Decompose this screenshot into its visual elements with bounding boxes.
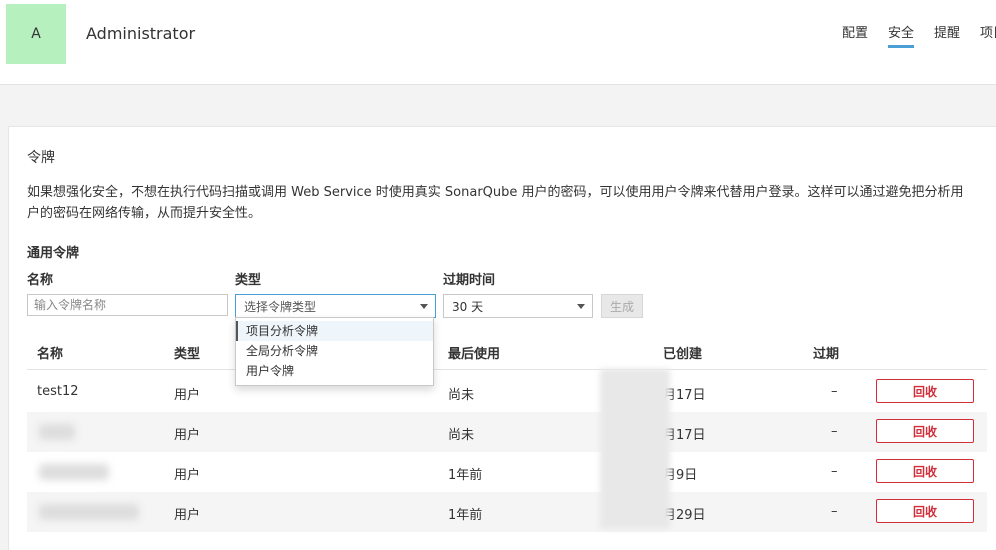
option-project-analysis-token[interactable]: 项目分析令牌	[236, 321, 433, 341]
revoke-button[interactable]: 回收	[876, 379, 974, 403]
revoke-button[interactable]: 回收	[876, 459, 974, 483]
col-last-used: 最后使用	[448, 347, 501, 362]
token-last-used: 尚未	[448, 428, 475, 443]
top-header: A Administrator 配置 安全 提醒 项目	[0, 0, 996, 85]
token-type: 用户	[174, 388, 201, 403]
token-expires: –	[831, 384, 838, 399]
revoke-button[interactable]: 回收	[876, 499, 974, 523]
redacted-name	[39, 464, 109, 480]
table-header: 名称 类型 最后使用 已创建 过期	[27, 323, 987, 370]
col-expires: 过期	[813, 347, 840, 362]
avatar: A	[6, 4, 66, 64]
name-label: 名称	[27, 273, 54, 288]
redacted-name	[39, 424, 75, 440]
col-name: 名称	[37, 347, 64, 362]
generate-token-title: 通用令牌	[27, 246, 80, 261]
tab-security[interactable]: 安全	[888, 22, 915, 48]
token-last-used: 1年前	[448, 508, 483, 523]
tab-settings[interactable]: 配置	[842, 22, 868, 48]
token-type: 用户	[174, 468, 201, 483]
option-global-analysis-token[interactable]: 全局分析令牌	[236, 341, 433, 361]
token-last-used: 1年前	[448, 468, 483, 483]
token-type: 用户	[174, 508, 201, 523]
option-user-token[interactable]: 用户令牌	[236, 361, 433, 381]
redacted-created-dates	[600, 369, 670, 529]
token-type-select[interactable]: 选择令牌类型	[235, 294, 436, 318]
table-row: 用户 1年前 月9日 – 回收	[27, 452, 987, 492]
token-type-placeholder: 选择令牌类型	[244, 300, 317, 314]
table-row: 用户 尚未 月17日 – 回收	[27, 412, 987, 452]
tokens-description: 如果想强化安全，不想在执行代码扫描或调用 Web Service 时使用真实 S…	[27, 185, 964, 221]
expire-label: 过期时间	[443, 273, 496, 288]
token-name-input[interactable]	[27, 294, 228, 316]
expire-value: 30 天	[452, 300, 484, 314]
token-name: test12	[37, 384, 79, 399]
col-created: 已创建	[663, 347, 703, 362]
tab-projects[interactable]: 项目	[980, 22, 996, 48]
redacted-name	[39, 504, 139, 520]
token-type: 用户	[174, 428, 201, 443]
token-expires: –	[831, 424, 838, 439]
avatar-letter: A	[31, 26, 41, 42]
section-title: 令牌	[27, 150, 55, 166]
table-row: 用户 1年前 月29日 – 回收	[27, 492, 987, 532]
chevron-down-icon	[577, 304, 585, 309]
tokens-card: 令牌 如果想强化安全，不想在执行代码扫描或调用 Web Service 时使用真…	[8, 126, 996, 550]
table-row: test12 用户 尚未 月17日 – 回收	[27, 372, 987, 412]
type-label: 类型	[235, 273, 262, 288]
token-expires: –	[831, 504, 838, 519]
chevron-down-icon	[420, 304, 428, 309]
generate-button[interactable]: 生成	[601, 294, 643, 318]
token-last-used: 尚未	[448, 388, 475, 403]
account-nav: 配置 安全 提醒 项目	[842, 22, 996, 48]
expire-select[interactable]: 30 天	[443, 294, 593, 318]
token-expires: –	[831, 464, 838, 479]
tab-notifications[interactable]: 提醒	[934, 22, 960, 48]
token-type-dropdown: 项目分析令牌 全局分析令牌 用户令牌	[235, 317, 434, 386]
username: Administrator	[86, 24, 196, 43]
revoke-button[interactable]: 回收	[876, 419, 974, 443]
col-type: 类型	[174, 347, 201, 362]
